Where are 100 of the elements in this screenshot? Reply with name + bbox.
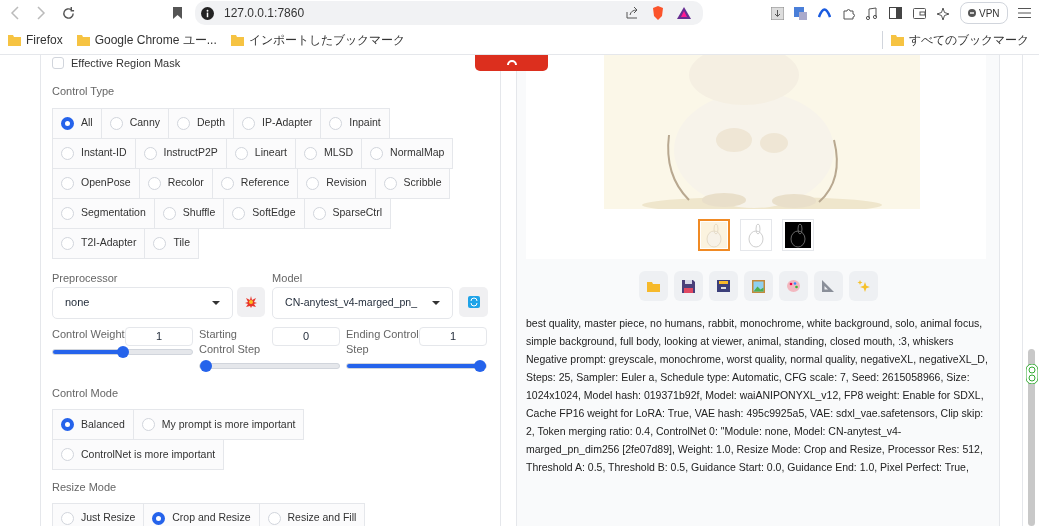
radio-option[interactable]: Just Resize — [52, 502, 145, 526]
section-label: Control Mode — [52, 385, 120, 401]
slider[interactable] — [52, 345, 193, 358]
radio-option[interactable]: SoftEdge — [223, 197, 305, 229]
radio-option[interactable]: Crop and Resize — [143, 502, 260, 526]
radio-option[interactable]: Instant-ID — [52, 137, 136, 169]
bookmarks-folder[interactable]: すべてのブックマーク — [891, 31, 1029, 49]
triangle-ruler-icon — [822, 280, 834, 292]
folder-icon — [8, 34, 21, 46]
radio-option[interactable]: Tile — [144, 227, 199, 259]
field-label: Model — [272, 270, 304, 284]
radio-option[interactable]: InstructP2P — [134, 137, 227, 169]
save-button[interactable] — [673, 271, 703, 301]
triangle-icon[interactable] — [677, 7, 691, 19]
preprocessor-dropdown[interactable]: none — [52, 286, 233, 319]
info-icon[interactable] — [201, 6, 214, 20]
radio-option[interactable]: Lineart — [225, 137, 296, 169]
extension-icon[interactable] — [1026, 364, 1038, 384]
section-label: Resize Mode — [52, 480, 118, 495]
url-text: 127.0.0.1:7860 — [224, 5, 305, 22]
checkbox-label: Effective Region Mask — [71, 55, 181, 71]
address-bar[interactable]: 127.0.0.1:7860 — [195, 1, 703, 25]
burst-icon — [245, 295, 258, 308]
radio-option[interactable]: T2I-Adapter — [52, 227, 146, 259]
shield-icon[interactable] — [652, 6, 664, 20]
radio-option[interactable]: All — [52, 107, 102, 139]
bookmark-icon[interactable] — [173, 7, 182, 19]
radio-option[interactable]: Balanced — [52, 409, 134, 440]
palette-button[interactable] — [778, 271, 808, 301]
radio-option[interactable]: IP-Adapter — [233, 107, 322, 139]
slider-label: Starting Control Step — [199, 326, 262, 357]
slider-thumb[interactable] — [200, 359, 212, 372]
radio-option[interactable]: ControlNet is more important — [52, 439, 225, 470]
model-dropdown[interactable]: CN-anytest_v4-marged_pn_ — [272, 286, 454, 319]
number-field[interactable]: 0 — [272, 326, 340, 346]
sparkles-icon — [856, 279, 870, 293]
generation-info-text: Negative prompt: greyscale, monochrome, worst quality, normal quality, negativeXL, negativeXL_D, — [526, 352, 989, 367]
slider-thumb[interactable] — [116, 345, 129, 358]
radio-button[interactable] — [61, 418, 74, 431]
translate-icon[interactable] — [794, 6, 807, 20]
thumbnail[interactable] — [698, 219, 730, 251]
archive-icon — [716, 280, 730, 292]
music-icon[interactable] — [866, 6, 878, 20]
folder-button[interactable] — [638, 271, 668, 301]
radio-option[interactable]: Revision — [297, 167, 376, 199]
wallet-icon[interactable] — [913, 7, 926, 19]
vpn-button[interactable]: VPN — [960, 2, 1008, 24]
toggle-button[interactable] — [475, 55, 548, 71]
refresh-icon — [467, 295, 480, 308]
share-icon[interactable] — [626, 7, 639, 19]
radio-option[interactable]: MLSD — [294, 137, 363, 169]
radio-option[interactable]: My prompt is more important — [132, 409, 305, 440]
archive-button[interactable] — [708, 271, 738, 301]
dropdown-value: CN-anytest_v4-marged_pn_ — [285, 294, 417, 310]
image-button[interactable] — [743, 271, 773, 301]
radio-option[interactable]: Recolor — [138, 167, 213, 199]
save-icon — [681, 279, 695, 293]
palette-icon — [786, 280, 800, 292]
radio-option[interactable]: OpenPose — [52, 167, 140, 199]
vpn-icon — [968, 9, 976, 17]
folder-icon — [891, 34, 904, 46]
bookmarks-folder[interactable]: インポートしたブックマーク — [230, 31, 405, 49]
sidebar-icon[interactable] — [889, 7, 902, 19]
back-icon[interactable] — [10, 6, 20, 20]
arc-icon[interactable] — [818, 8, 831, 18]
dropdown-value: none — [65, 295, 90, 311]
forward-icon[interactable] — [36, 6, 46, 20]
menu-icon[interactable] — [1017, 8, 1031, 18]
field-label: Preprocessor — [52, 270, 119, 284]
sparkles-button[interactable] — [848, 271, 878, 301]
radio-option[interactable]: SparseCtrl — [303, 197, 392, 229]
folder-icon — [646, 280, 660, 292]
folder-icon — [230, 34, 244, 46]
radio-option[interactable]: Inpaint — [320, 107, 390, 139]
download-icon[interactable] — [771, 6, 784, 20]
triangle-ruler-button[interactable] — [813, 271, 843, 301]
number-field[interactable]: 1 — [125, 326, 193, 346]
bookmarks-folder[interactable]: Google Chrome ユー... — [76, 31, 217, 49]
folder-icon — [76, 34, 90, 46]
radio-option[interactable]: NormalMap — [361, 137, 454, 169]
slider-label: Ending Control Step — [346, 326, 419, 357]
slider-thumb[interactable] — [474, 359, 486, 372]
radio-option[interactable]: Resize and Fill — [258, 502, 366, 526]
radio-option[interactable]: Scribble — [374, 167, 451, 199]
reload-icon[interactable] — [62, 6, 75, 20]
bookmarks-folder[interactable]: Firefox — [8, 31, 63, 49]
checkbox[interactable] — [52, 57, 64, 69]
number-field[interactable]: 1 — [419, 326, 487, 346]
radio-button[interactable] — [61, 116, 74, 130]
explode-button[interactable] — [237, 286, 266, 317]
generation-info-text: Steps: 25, Sampler: Euler a, Schedule type: Automatic, CFG scale: 7, Seed: 2615058966, Size: 1024x1024, Model hash: 019371b92f, Model: waiANIPONYXL_v12, FP8 weight: Enable for SDXL, Cache FP16 weight for LoRA: True, VAE hash: 495c9925a5, VAE: sdxl_vae.safetensors, Clip skip: 2, Token merging ratio: 0.4, ControlNet 0: "Module: none, Model: CN-anytest_v4-marged_pn_dim256 [2fe07d89], Weight: 1.0, Resize Mode: Crop and Resize, Processor Res: 512, Threshold A: 0.5, Threshold B: 0.5, Guidance Start: 0.0, Guidance End: 1.0, Pixel Perfect: True, — [526, 370, 985, 475]
slider-label: Control Weight — [52, 326, 125, 342]
radio-option[interactable]: Segmentation — [52, 197, 155, 229]
sparkle-icon[interactable] — [937, 6, 950, 20]
refresh-button[interactable] — [459, 286, 488, 317]
scrollbar-thumb[interactable] — [1027, 349, 1035, 526]
puzzle-icon[interactable] — [842, 6, 855, 20]
radio-option[interactable]: Depth — [168, 107, 235, 139]
radio-option[interactable]: Canny — [100, 107, 170, 139]
radio-button[interactable] — [152, 511, 166, 525]
